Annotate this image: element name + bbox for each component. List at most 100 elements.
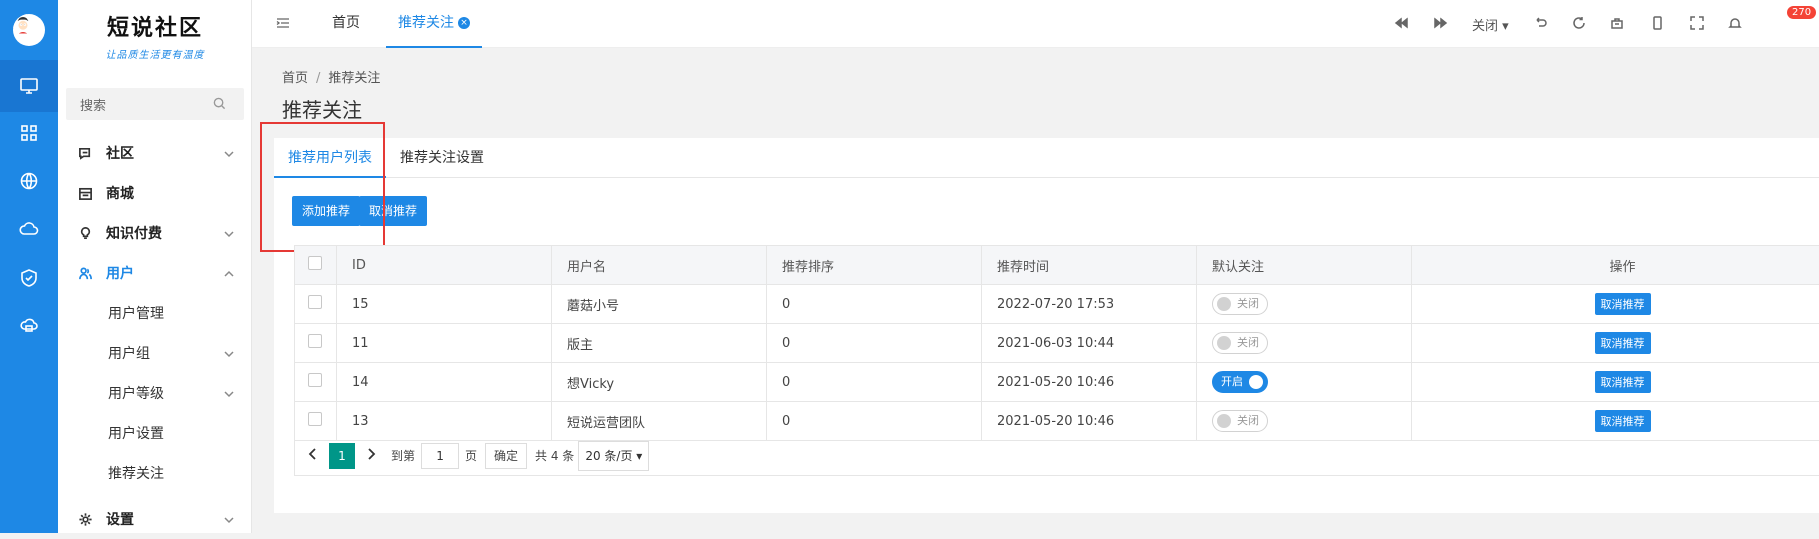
cell-time: 2022-07-20 17:53: [982, 285, 1197, 324]
content-tabs: 推荐用户列表 推荐关注设置: [274, 138, 1819, 178]
col-default-follow: 默认关注: [1197, 246, 1412, 285]
cell-id: 14: [337, 363, 552, 402]
grid-icon[interactable]: [0, 107, 58, 159]
tab-recommend-follow[interactable]: 推荐关注 ×: [386, 0, 482, 48]
table-row: 15 蘑菇小号 0 2022-07-20 17:53 关闭 取消推荐: [295, 285, 1819, 324]
row-checkbox[interactable]: [295, 285, 337, 324]
close-label: 关闭: [1472, 19, 1498, 34]
row-checkbox[interactable]: [295, 363, 337, 402]
menu-fold-icon[interactable]: [276, 16, 290, 34]
cell-time: 2021-05-20 10:46: [982, 363, 1197, 402]
chevron-down-icon: [224, 513, 234, 523]
page-unit-label: 页: [465, 447, 477, 464]
chat-icon: [78, 145, 94, 161]
sidebar-subitem-label: 推荐关注: [108, 463, 164, 483]
prev-page-icon[interactable]: [307, 448, 319, 463]
globe-icon[interactable]: [0, 155, 58, 207]
col-actions: 操作: [1412, 246, 1819, 285]
cell-username: 想Vicky: [552, 363, 767, 402]
breadcrumb-separator: /: [316, 71, 320, 86]
page-number-current[interactable]: 1: [329, 443, 355, 469]
sidebar-item-label: 设置: [106, 509, 134, 529]
sidebar-item-knowledge[interactable]: 知识付费: [58, 213, 252, 253]
sidebar-item-settings[interactable]: 设置: [58, 499, 252, 539]
col-order: 推荐排序: [767, 246, 982, 285]
row-cancel-button[interactable]: 取消推荐: [1595, 293, 1651, 315]
sidebar: 短说社区 让品质生活更有温度 搜索 社区 商城 知识付费 用户 用户管理 用户组…: [58, 0, 252, 533]
cell-username: 短说运营团队: [552, 402, 767, 441]
follow-toggle[interactable]: 关闭: [1212, 293, 1268, 315]
bulb-icon: [78, 225, 94, 241]
logo: 短说社区 让品质生活更有温度: [58, 10, 252, 61]
next-page-icon[interactable]: [365, 448, 377, 463]
undo-icon[interactable]: [1534, 16, 1550, 32]
sidebar-subitem-user-manage[interactable]: 用户管理: [58, 293, 252, 333]
refresh-icon[interactable]: [1572, 16, 1588, 32]
close-menu-dropdown[interactable]: 关闭 ▾: [1472, 15, 1509, 34]
sidebar-item-community[interactable]: 社区: [58, 133, 252, 173]
sidebar-item-label: 知识付费: [106, 223, 162, 243]
page-size-select[interactable]: 20 条/页 ▾: [578, 441, 649, 471]
row-cancel-button[interactable]: 取消推荐: [1595, 332, 1651, 354]
row-checkbox[interactable]: [295, 402, 337, 441]
follow-toggle[interactable]: 开启: [1212, 371, 1268, 393]
sidebar-menu: 社区 商城 知识付费 用户 用户管理 用户组 用户等级 用户设置 推荐关注 设置: [58, 133, 252, 539]
cell-follow: 关闭: [1197, 324, 1412, 363]
sidebar-item-label: 社区: [106, 143, 134, 163]
table-row: 14 想Vicky 0 2021-05-20 10:46 开启 取消推荐: [295, 363, 1819, 402]
search-input[interactable]: 搜索: [66, 88, 244, 120]
follow-toggle[interactable]: 关闭: [1212, 410, 1268, 432]
logo-title: 短说社区: [58, 10, 252, 42]
row-cancel-button[interactable]: 取消推荐: [1595, 410, 1651, 432]
select-all-checkbox[interactable]: [295, 246, 337, 285]
tab-home[interactable]: 首页: [332, 0, 360, 48]
tab-recommend-settings[interactable]: 推荐关注设置: [386, 138, 498, 178]
chevron-down-icon: [224, 227, 234, 237]
sidebar-item-label: 用户: [106, 263, 134, 283]
recommend-table: ID 用户名 推荐排序 推荐时间 默认关注 操作 15 蘑菇小号 0 2022-…: [294, 245, 1819, 441]
goto-confirm-button[interactable]: 确定: [485, 443, 527, 469]
sidebar-subitem-user-level[interactable]: 用户等级: [58, 373, 252, 413]
sidebar-item-shop[interactable]: 商城: [58, 173, 252, 213]
sidebar-subitem-recommend[interactable]: 推荐关注: [58, 453, 252, 493]
cell-actions: 取消推荐: [1412, 285, 1819, 324]
tab-recommend-list[interactable]: 推荐用户列表: [274, 138, 386, 178]
fullscreen-icon[interactable]: [1690, 16, 1706, 32]
fast-forward-icon[interactable]: [1434, 16, 1450, 32]
monitor-icon[interactable]: [0, 60, 58, 112]
col-id: ID: [337, 246, 552, 285]
add-recommend-button[interactable]: 添加推荐: [292, 196, 360, 226]
goto-page-input[interactable]: 1: [421, 443, 459, 469]
cloud-server-icon[interactable]: [0, 300, 58, 352]
total-count: 共 4 条: [535, 447, 574, 464]
toggle-label: 开启: [1221, 375, 1243, 388]
content-card: 推荐用户列表 推荐关注设置 添加推荐 取消推荐 ID 用户名 推荐排序 推荐时间…: [274, 138, 1819, 513]
follow-toggle[interactable]: 关闭: [1212, 332, 1268, 354]
toggle-label: 关闭: [1237, 297, 1259, 310]
cell-actions: 取消推荐: [1412, 363, 1819, 402]
row-cancel-button[interactable]: 取消推荐: [1595, 371, 1651, 393]
shield-icon[interactable]: [0, 252, 58, 304]
bell-icon[interactable]: [1728, 16, 1744, 32]
rewind-icon[interactable]: [1394, 16, 1410, 32]
row-checkbox[interactable]: [295, 324, 337, 363]
sidebar-subitem-user-settings[interactable]: 用户设置: [58, 413, 252, 453]
clear-cache-icon[interactable]: [1610, 16, 1626, 32]
sidebar-subitem-user-group[interactable]: 用户组: [58, 333, 252, 373]
avatar[interactable]: [13, 14, 45, 46]
tab-label: 推荐关注: [398, 15, 454, 31]
search-icon[interactable]: [213, 97, 226, 114]
cloud-icon[interactable]: [0, 203, 58, 255]
logo-subtitle: 让品质生活更有温度: [58, 46, 252, 61]
sidebar-subitem-label: 用户管理: [108, 303, 164, 323]
mobile-icon[interactable]: [1650, 16, 1666, 32]
close-tab-icon[interactable]: ×: [458, 17, 470, 29]
cancel-recommend-button[interactable]: 取消推荐: [359, 196, 427, 226]
cell-order: 0: [767, 324, 982, 363]
cell-time: 2021-06-03 10:44: [982, 324, 1197, 363]
pagination: 1 到第 1 页 确定 共 4 条 20 条/页 ▾: [294, 436, 1819, 476]
icon-rail: [0, 0, 58, 533]
cell-follow: 关闭: [1197, 402, 1412, 441]
sidebar-item-users[interactable]: 用户: [58, 253, 252, 293]
breadcrumb-home[interactable]: 首页: [282, 71, 308, 86]
